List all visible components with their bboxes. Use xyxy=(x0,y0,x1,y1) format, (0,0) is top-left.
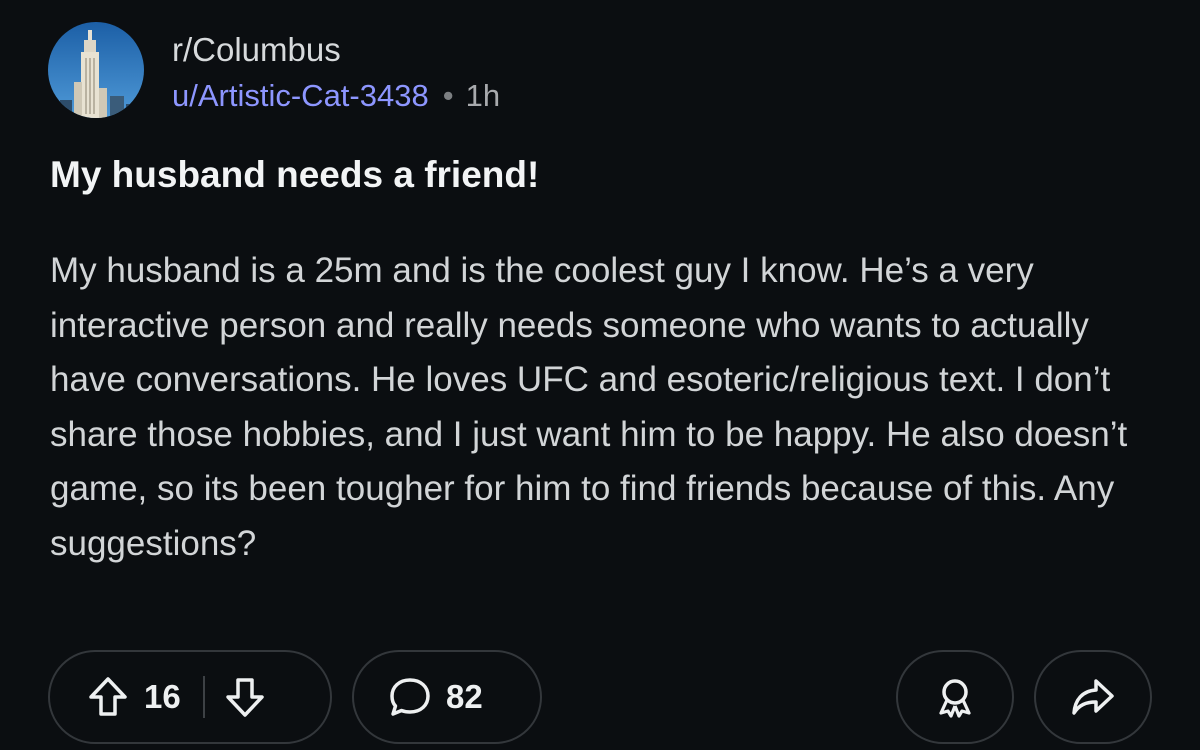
downvote-icon[interactable] xyxy=(225,676,265,718)
share-button[interactable] xyxy=(1034,650,1152,744)
subreddit-avatar[interactable] xyxy=(48,22,144,118)
post-title[interactable]: My husband needs a friend! xyxy=(50,152,539,198)
vote-divider xyxy=(202,676,205,718)
vote-bar: 16 xyxy=(48,650,332,744)
post-meta: u/Artistic-Cat-3438 • 1h xyxy=(172,77,500,115)
author-username[interactable]: u/Artistic-Cat-3438 xyxy=(172,78,429,113)
comments-button[interactable]: 82 xyxy=(352,650,542,744)
meta-separator: • xyxy=(442,78,454,113)
comment-count: 82 xyxy=(446,678,483,715)
post-body: My husband is a 25m and is the coolest g… xyxy=(50,251,1128,563)
subreddit-name[interactable]: r/Columbus xyxy=(172,31,341,69)
post-age: 1h xyxy=(465,78,501,113)
award-button[interactable] xyxy=(896,650,1014,744)
upvote-icon[interactable] xyxy=(88,676,128,718)
award-ribbon-icon xyxy=(933,675,977,719)
speech-bubble-icon xyxy=(388,676,432,718)
vote-count: 16 xyxy=(144,678,181,715)
share-arrow-icon xyxy=(1070,677,1116,717)
